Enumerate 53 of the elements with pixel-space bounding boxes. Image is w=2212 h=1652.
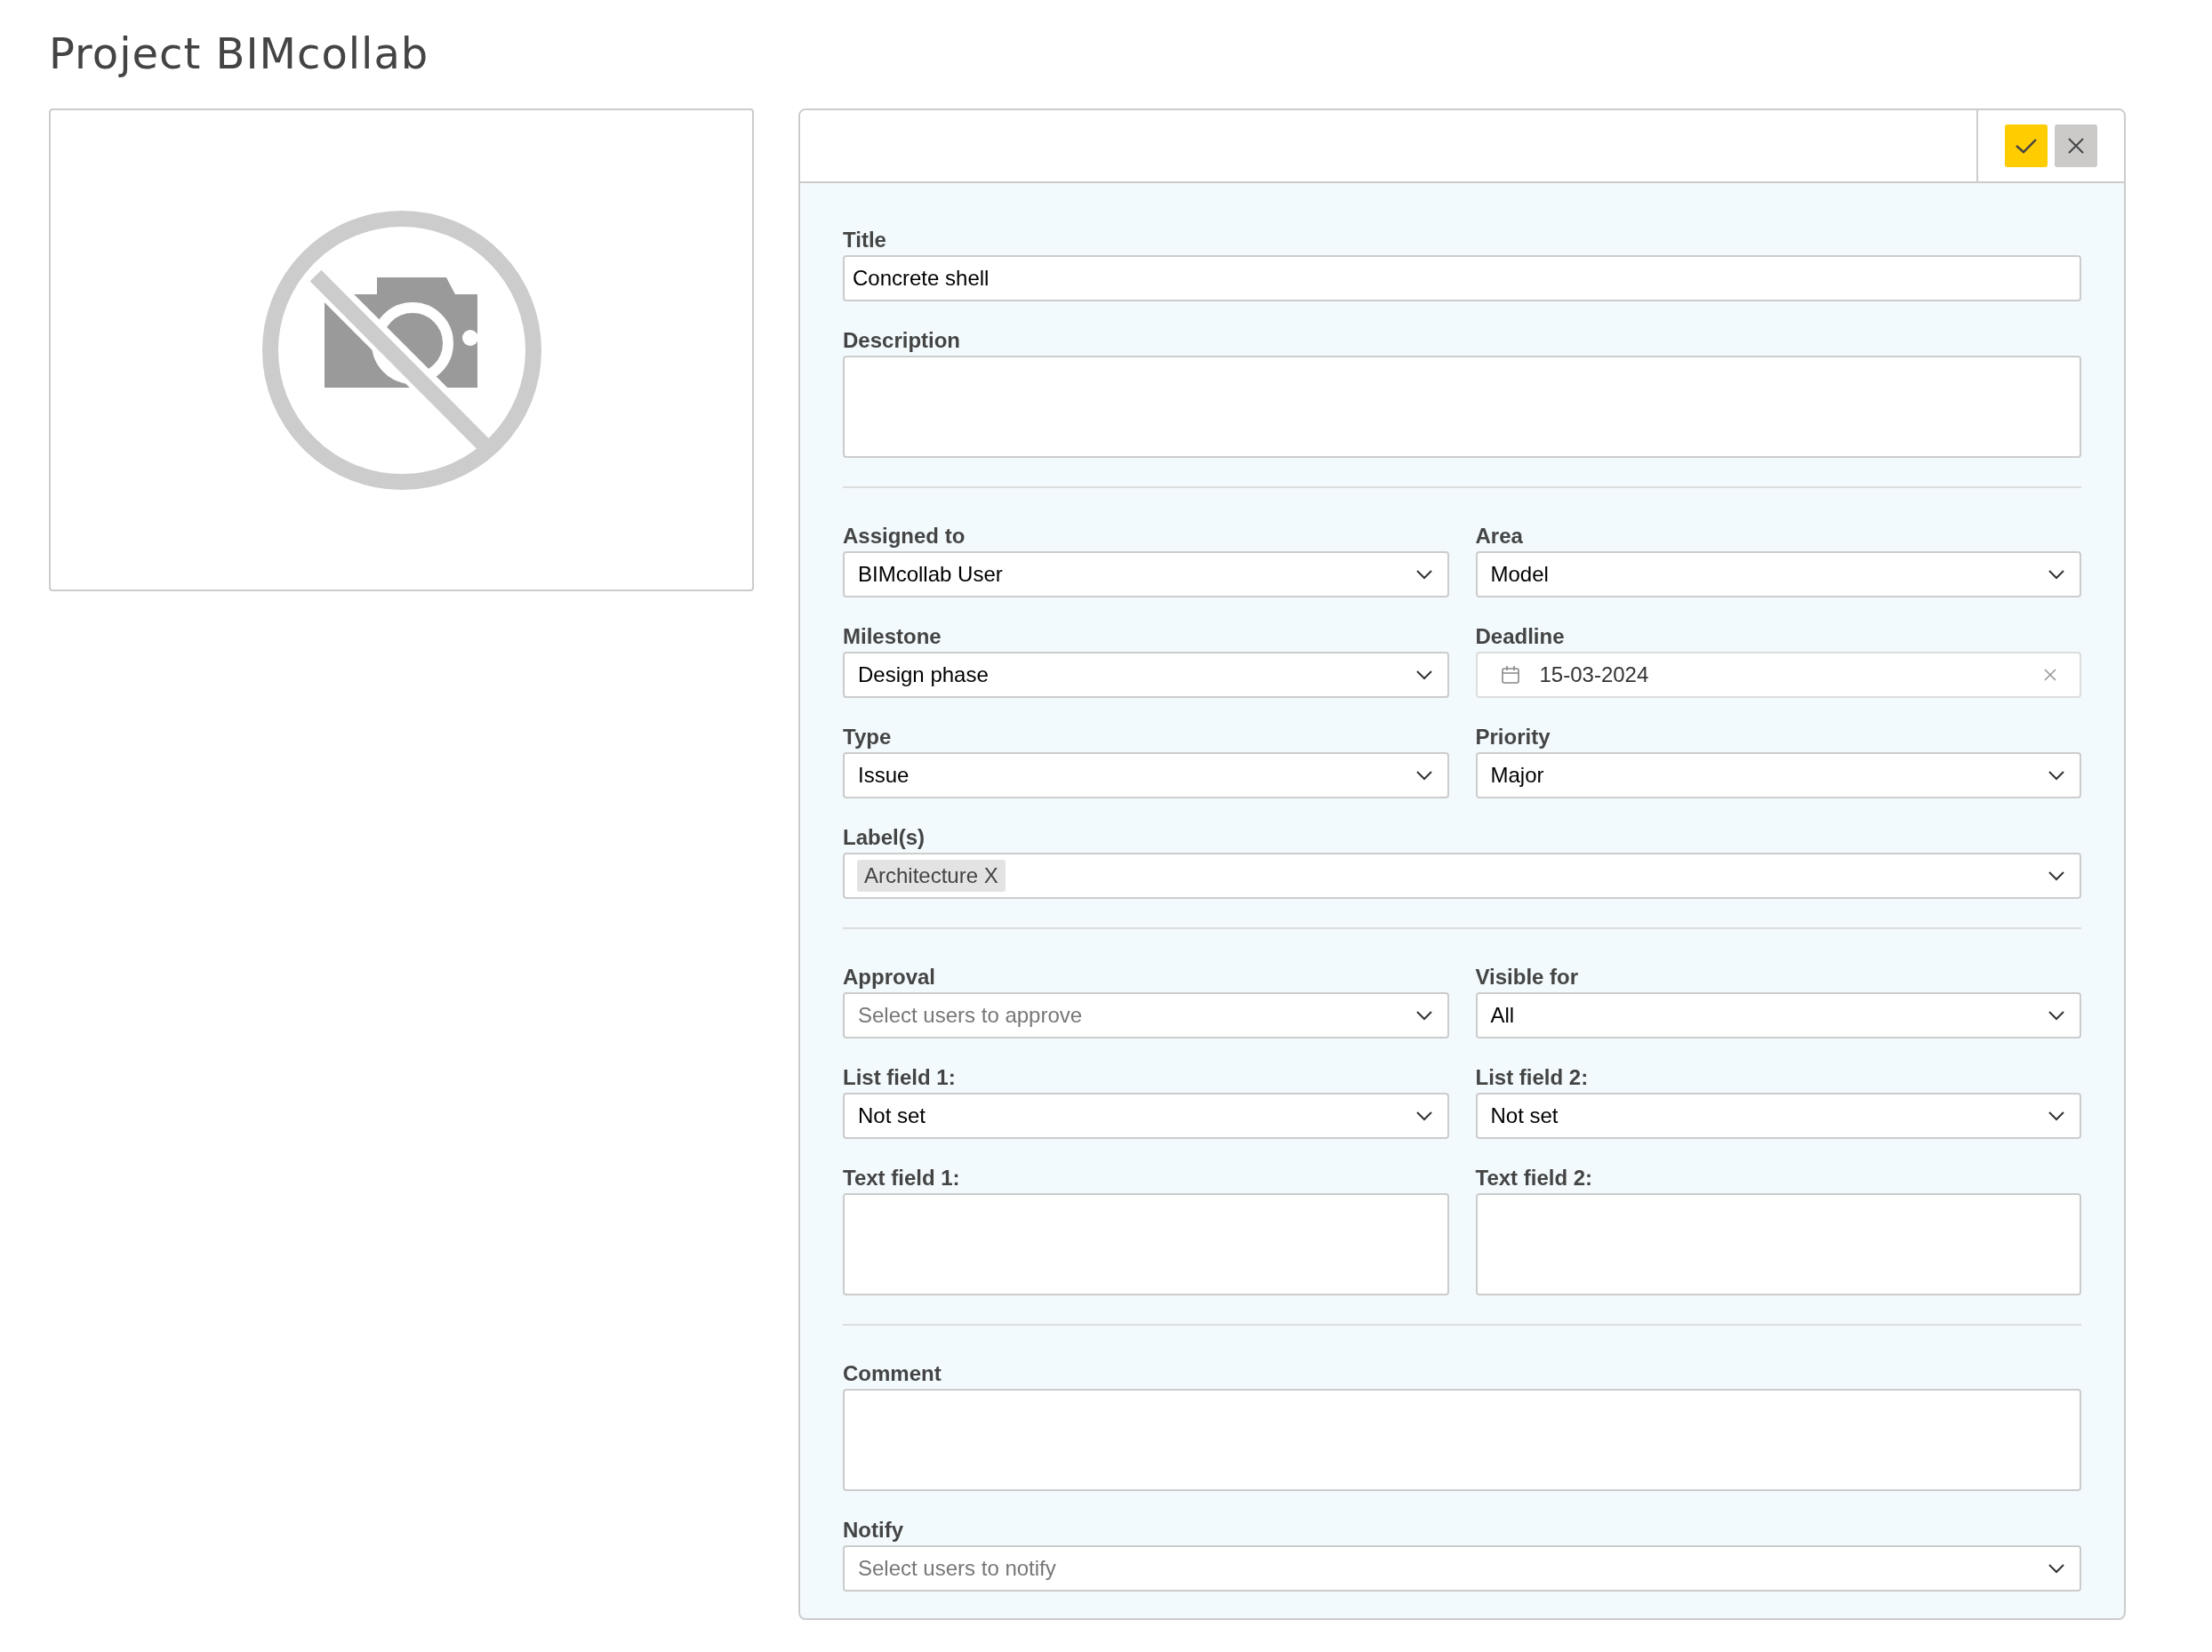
field-label: List field 1:: [843, 1065, 957, 1090]
dropdown[interactable]: Issue: [843, 752, 1449, 798]
field-label: Description: [843, 328, 962, 353]
tag-select[interactable]: Architecture X: [843, 853, 2081, 899]
calendar-icon: [1500, 665, 1520, 685]
dropdown[interactable]: Select users to approve: [843, 992, 1449, 1039]
field-label: Area: [1475, 524, 1524, 549]
chevron-down-icon: [1415, 569, 1433, 580]
dropdown[interactable]: Not set: [1475, 1093, 2081, 1139]
chevron-down-icon: [2048, 1111, 2065, 1121]
text-area[interactable]: [843, 356, 2081, 458]
text-area[interactable]: [843, 1389, 2081, 1491]
dropdown[interactable]: Select users to notify: [843, 1545, 2081, 1592]
field-label: Visible for: [1475, 965, 1580, 990]
close-icon: [2067, 137, 2085, 155]
date-field[interactable]: 15-03-2024: [1475, 652, 2081, 698]
field-label: Type: [843, 725, 893, 750]
chevron-down-icon: [2048, 1010, 2065, 1021]
dropdown[interactable]: Not set: [843, 1093, 1449, 1139]
chevron-down-icon: [1415, 770, 1433, 781]
field-label: Text field 2:: [1475, 1166, 1594, 1191]
chevron-down-icon: [2048, 1563, 2065, 1574]
chevron-down-icon: [1415, 1111, 1433, 1121]
text-area[interactable]: [1475, 1193, 2081, 1295]
field-label: Text field 1:: [843, 1166, 961, 1191]
check-icon: [2015, 137, 2038, 155]
chevron-down-icon: [1415, 1010, 1433, 1021]
chevron-down-icon: [1415, 670, 1433, 680]
field-label: Title: [843, 228, 887, 253]
page-title: Project BIMcollab: [49, 28, 430, 80]
dropdown[interactable]: BIMcollab User: [843, 551, 1449, 597]
field-label: Deadline: [1475, 624, 1566, 649]
tag-chip[interactable]: Architecture X: [857, 860, 1006, 892]
close-button[interactable]: [2055, 124, 2097, 167]
chevron-down-icon: [2048, 569, 2065, 580]
field-label: Milestone: [843, 624, 942, 649]
dropdown[interactable]: All: [1475, 992, 2081, 1039]
clear-icon[interactable]: [2044, 669, 2056, 681]
field-label: List field 2:: [1475, 1065, 1590, 1090]
confirm-button[interactable]: [2005, 124, 2048, 167]
field-label: Priority: [1475, 725, 1551, 750]
dropdown[interactable]: Major: [1475, 752, 2081, 798]
chevron-down-icon: [2048, 870, 2065, 881]
text-area[interactable]: [843, 1193, 1449, 1295]
field-label: Assigned to: [843, 524, 966, 549]
chevron-down-icon: [2048, 770, 2065, 781]
dropdown[interactable]: Design phase: [843, 652, 1449, 698]
field-label: Approval: [843, 965, 936, 990]
field-label: Label(s): [843, 825, 926, 850]
field-label: Notify: [843, 1518, 904, 1543]
dropdown[interactable]: Model: [1475, 551, 2081, 597]
input-field[interactable]: Concrete shell: [843, 255, 2081, 301]
field-label: Comment: [843, 1361, 942, 1386]
